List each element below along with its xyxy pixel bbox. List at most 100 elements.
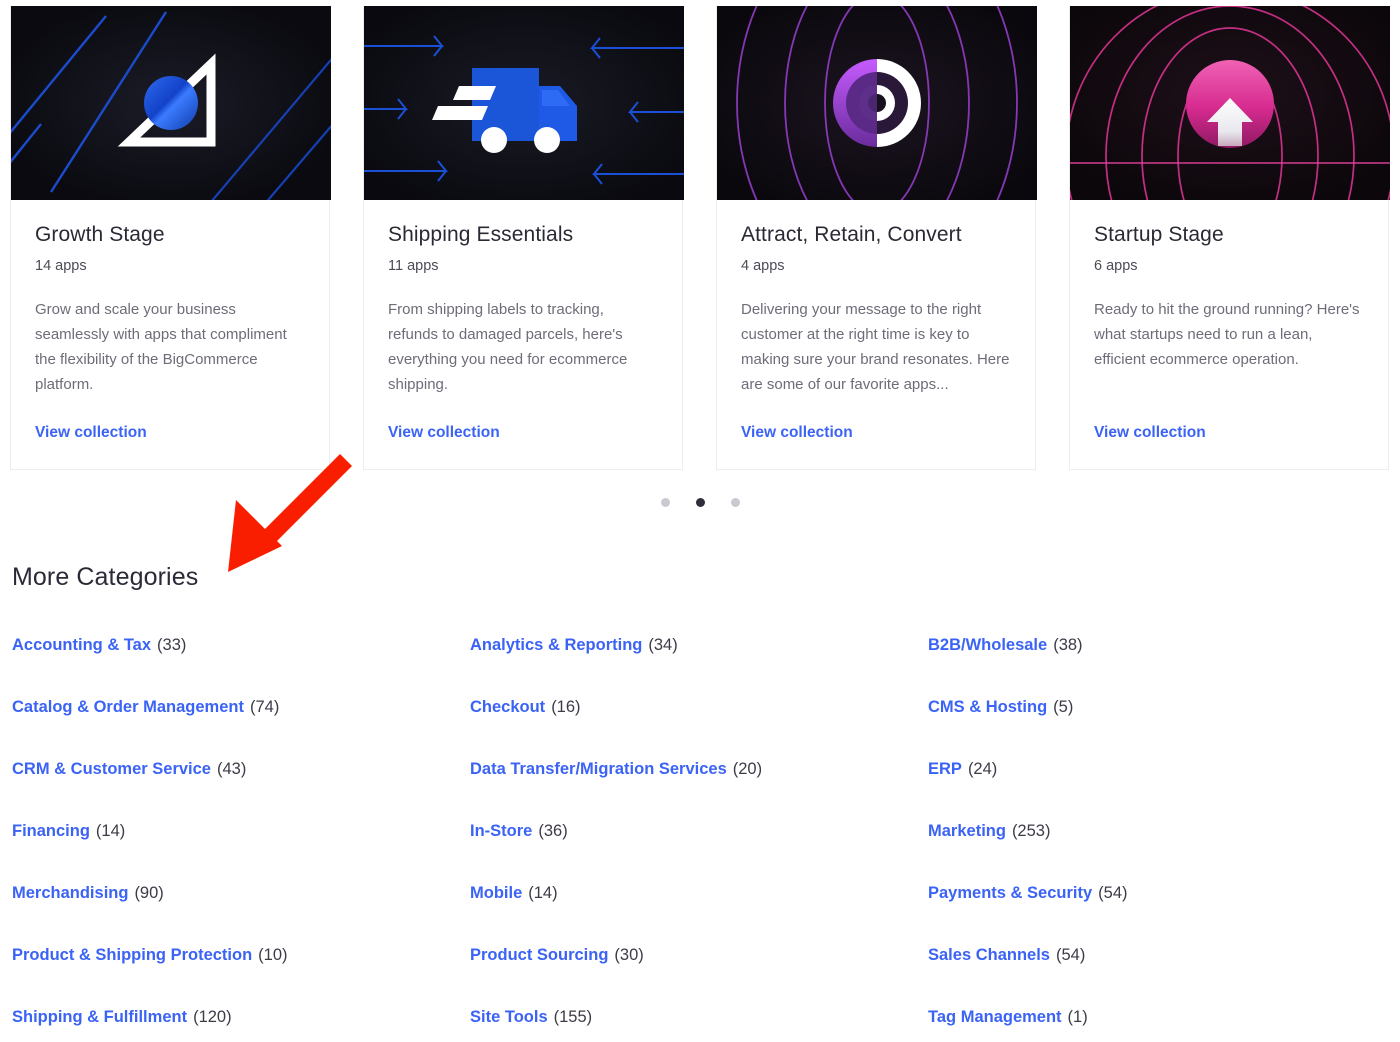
collection-title: Growth Stage <box>35 223 165 246</box>
collection-description: Ready to hit the ground running? Here's … <box>1094 301 1360 368</box>
category-count: (43) <box>216 760 247 778</box>
category-item: Financing (14) <box>12 820 470 882</box>
view-collection-link[interactable]: View collection <box>388 423 500 443</box>
collections-carousel: Growth Stage 14 apps Grow and scale your… <box>10 6 1392 470</box>
collection-card-body: Shipping Essentials 11 apps From shippin… <box>364 200 682 469</box>
category-item: CRM & Customer Service (43) <box>12 758 470 820</box>
growth-stage-art-icon <box>11 6 331 200</box>
carousel-dot-1[interactable] <box>660 498 670 507</box>
category-item: Payments & Security (54) <box>928 882 1392 944</box>
category-grid: Accounting & Tax (33) Analytics & Reporti… <box>12 634 1392 1042</box>
page-root: Growth Stage 14 apps Grow and scale your… <box>0 0 1400 1042</box>
collection-app-count: 14 apps <box>35 258 87 274</box>
collection-thumbnail-attract-retain-convert <box>717 6 1037 200</box>
category-count: (14) <box>528 884 558 902</box>
category-item: Site Tools (155) <box>470 1006 928 1042</box>
category-count: (36) <box>538 822 568 840</box>
more-categories-heading: More Categories <box>12 563 199 591</box>
category-link[interactable]: Product & Shipping Protection <box>12 944 252 966</box>
category-link[interactable]: Catalog & Order Management <box>12 696 244 718</box>
target-rings-art-icon <box>717 6 1037 200</box>
collection-card-body: Growth Stage 14 apps Grow and scale your… <box>11 200 329 469</box>
category-count: (120) <box>193 1008 232 1026</box>
category-link[interactable]: ERP <box>928 758 962 780</box>
category-item: B2B/Wholesale (38) <box>928 634 1392 696</box>
category-link[interactable]: Data Transfer/Migration Services <box>470 758 727 780</box>
category-link[interactable]: In-Store <box>470 820 532 842</box>
category-item: Catalog & Order Management (74) <box>12 696 470 758</box>
collection-card[interactable]: Growth Stage 14 apps Grow and scale your… <box>10 6 331 470</box>
category-item: Marketing (253) <box>928 820 1392 882</box>
collection-description: Grow and scale your business seamlessly … <box>35 301 287 393</box>
category-count: (90) <box>134 884 164 902</box>
category-link[interactable]: B2B/Wholesale <box>928 634 1047 656</box>
category-link[interactable]: Payments & Security <box>928 882 1092 904</box>
collection-description: From shipping labels to tracking, refund… <box>388 301 628 393</box>
category-count: (74) <box>249 698 280 716</box>
collection-description: Delivering your message to the right cus… <box>741 301 1010 393</box>
category-link[interactable]: Analytics & Reporting <box>470 634 642 656</box>
category-link[interactable]: Checkout <box>470 696 545 718</box>
carousel-dot-2[interactable] <box>695 498 705 507</box>
carousel-pagination <box>0 498 1400 507</box>
collection-app-count: 11 apps <box>388 258 439 274</box>
collection-app-count: 6 apps <box>1094 258 1138 274</box>
collection-thumbnail-growth-stage <box>11 6 331 200</box>
category-item: Checkout (16) <box>470 696 928 758</box>
category-count: (54) <box>1098 884 1128 902</box>
collection-app-count: 4 apps <box>741 258 785 274</box>
collection-thumbnail-startup-stage <box>1070 6 1390 200</box>
category-link[interactable]: Sales Channels <box>928 944 1050 966</box>
category-item: Accounting & Tax (33) <box>12 634 470 696</box>
category-count: (33) <box>157 636 187 654</box>
category-item: Mobile (14) <box>470 882 928 944</box>
category-item: Shipping & Fulfillment (120) <box>12 1006 470 1042</box>
view-collection-link[interactable]: View collection <box>35 423 147 443</box>
category-item: Product & Shipping Protection (10) <box>12 944 470 1006</box>
collection-card[interactable]: Shipping Essentials 11 apps From shippin… <box>363 6 684 470</box>
category-item: ERP (24) <box>928 758 1392 820</box>
category-link[interactable]: Accounting & Tax <box>12 634 151 656</box>
carousel-dot-3[interactable] <box>730 498 740 507</box>
delivery-truck-art-icon <box>364 6 684 200</box>
view-collection-link[interactable]: View collection <box>1094 423 1206 443</box>
collection-card[interactable]: Startup Stage 6 apps Ready to hit the gr… <box>1069 6 1390 470</box>
category-link[interactable]: Shipping & Fulfillment <box>12 1006 187 1028</box>
category-item: Sales Channels (54) <box>928 944 1392 1006</box>
category-item: Analytics & Reporting (34) <box>470 634 928 696</box>
category-count: (38) <box>1053 636 1083 654</box>
category-link[interactable]: Mobile <box>470 882 522 904</box>
collection-card[interactable]: Attract, Retain, Convert 4 apps Deliveri… <box>716 6 1037 470</box>
category-count: (155) <box>553 1008 593 1026</box>
category-count: (20) <box>732 760 763 778</box>
category-count: (14) <box>95 822 126 840</box>
category-link[interactable]: Financing <box>12 820 90 842</box>
category-count: (253) <box>1011 822 1051 840</box>
category-item: In-Store (36) <box>470 820 928 882</box>
category-link[interactable]: Merchandising <box>12 882 128 904</box>
category-link[interactable]: CMS & Hosting <box>928 696 1047 718</box>
collection-card-body: Attract, Retain, Convert 4 apps Deliveri… <box>717 200 1035 469</box>
category-item: Product Sourcing (30) <box>470 944 928 1006</box>
collection-thumbnail-shipping-essentials <box>364 6 684 200</box>
collection-title: Startup Stage <box>1094 223 1224 246</box>
view-collection-link[interactable]: View collection <box>741 423 853 443</box>
collection-card-body: Startup Stage 6 apps Ready to hit the gr… <box>1070 200 1388 469</box>
launch-arrow-art-icon <box>1070 6 1390 200</box>
category-count: (34) <box>648 636 678 654</box>
category-link[interactable]: Marketing <box>928 820 1006 842</box>
category-item: Merchandising (90) <box>12 882 470 944</box>
category-item: CMS & Hosting (5) <box>928 696 1392 758</box>
category-count: (24) <box>967 760 998 778</box>
category-link[interactable]: Product Sourcing <box>470 944 608 966</box>
category-count: (16) <box>551 698 581 716</box>
category-count: (1) <box>1067 1008 1088 1026</box>
category-count: (5) <box>1053 698 1074 716</box>
category-item: Data Transfer/Migration Services (20) <box>470 758 928 820</box>
category-item: Tag Management (1) <box>928 1006 1392 1042</box>
category-link[interactable]: Tag Management <box>928 1006 1062 1028</box>
category-link[interactable]: Site Tools <box>470 1006 548 1028</box>
collection-title: Attract, Retain, Convert <box>741 223 962 246</box>
category-count: (10) <box>258 946 288 964</box>
category-link[interactable]: CRM & Customer Service <box>12 758 211 780</box>
